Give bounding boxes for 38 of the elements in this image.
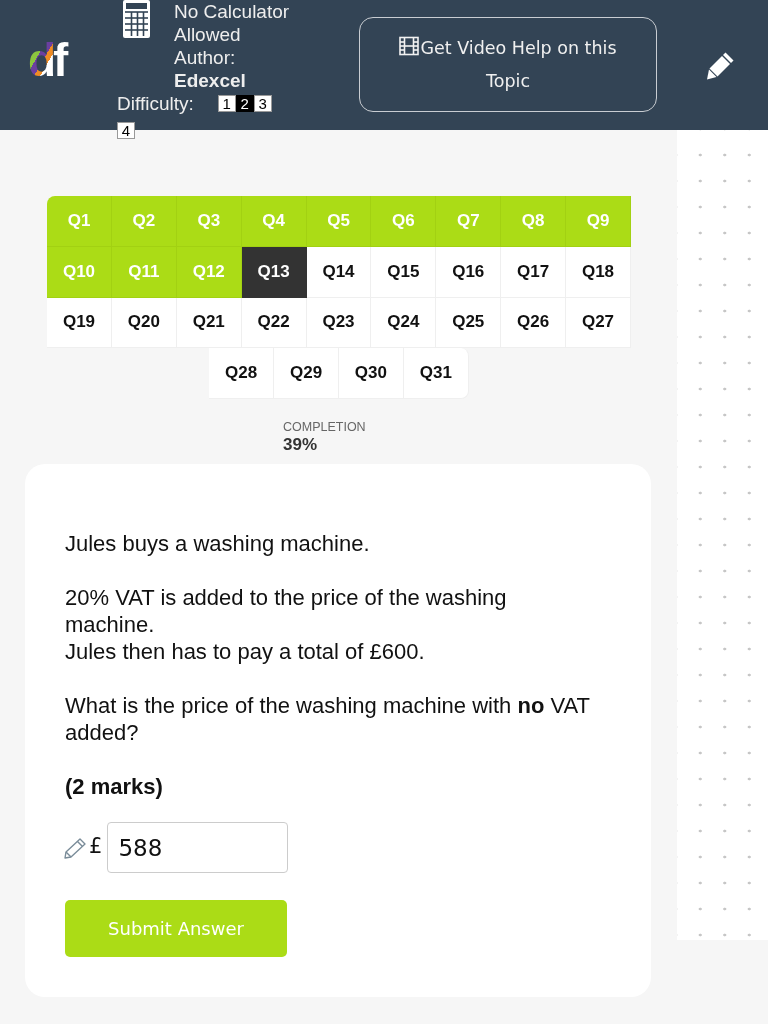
question-text: Jules buys a washing machine. <box>65 530 371 557</box>
author-name: Edexcel <box>174 69 247 92</box>
calculator-note: No Calculator Allowed <box>174 0 291 46</box>
question-text: What is the price of the washing machine with no VAT added? <box>65 692 591 746</box>
question-tab[interactable]: Q22 <box>241 297 307 349</box>
marks-text: (2 marks) <box>65 773 163 800</box>
currency-symbol: £ <box>89 833 103 859</box>
question-tab[interactable]: Q19 <box>47 297 112 349</box>
question-tab[interactable]: Q25 <box>436 297 502 349</box>
question-tab[interactable]: Q27 <box>566 297 631 349</box>
pen-icon[interactable] <box>706 50 736 80</box>
question-tab[interactable]: Q26 <box>501 297 567 349</box>
question-tab[interactable]: Q29 <box>274 348 339 399</box>
film-icon <box>399 35 420 56</box>
question-text: Jules then has to pay a total of £600. <box>65 638 426 665</box>
question-tab[interactable]: Q15 <box>371 246 437 298</box>
completion-label: COMPLETION <box>283 420 366 435</box>
difficulty-level: 1 <box>217 95 236 112</box>
difficulty-label: Difficulty: <box>117 92 194 115</box>
question-tab[interactable]: Q31 <box>403 348 469 399</box>
question-tab[interactable]: Q21 <box>176 297 242 349</box>
question-tab[interactable]: Q18 <box>566 246 631 298</box>
question-tab[interactable]: Q13 <box>241 246 307 298</box>
pencil-icon <box>63 837 87 859</box>
question-tab[interactable]: Q28 <box>209 348 275 399</box>
question-tab[interactable]: Q20 <box>111 297 177 349</box>
author-label: Author: <box>174 46 237 69</box>
question-tab[interactable]: Q23 <box>306 297 372 349</box>
difficulty-level: 4 <box>117 122 135 139</box>
completion-value: 39% <box>283 435 319 455</box>
question-tab[interactable]: Q30 <box>339 348 404 399</box>
question-tab[interactable]: Q16 <box>436 246 502 298</box>
video-help-button[interactable]: Get Video Help on this Topic <box>359 17 657 112</box>
question-tab[interactable]: Q24 <box>371 297 437 349</box>
answer-field[interactable]: 588 <box>107 822 289 873</box>
question-tab[interactable]: Q17 <box>501 246 567 298</box>
question-tab[interactable]: Q14 <box>306 246 372 298</box>
question-text: 20% VAT is added to the price of the washing machine. <box>65 584 508 638</box>
